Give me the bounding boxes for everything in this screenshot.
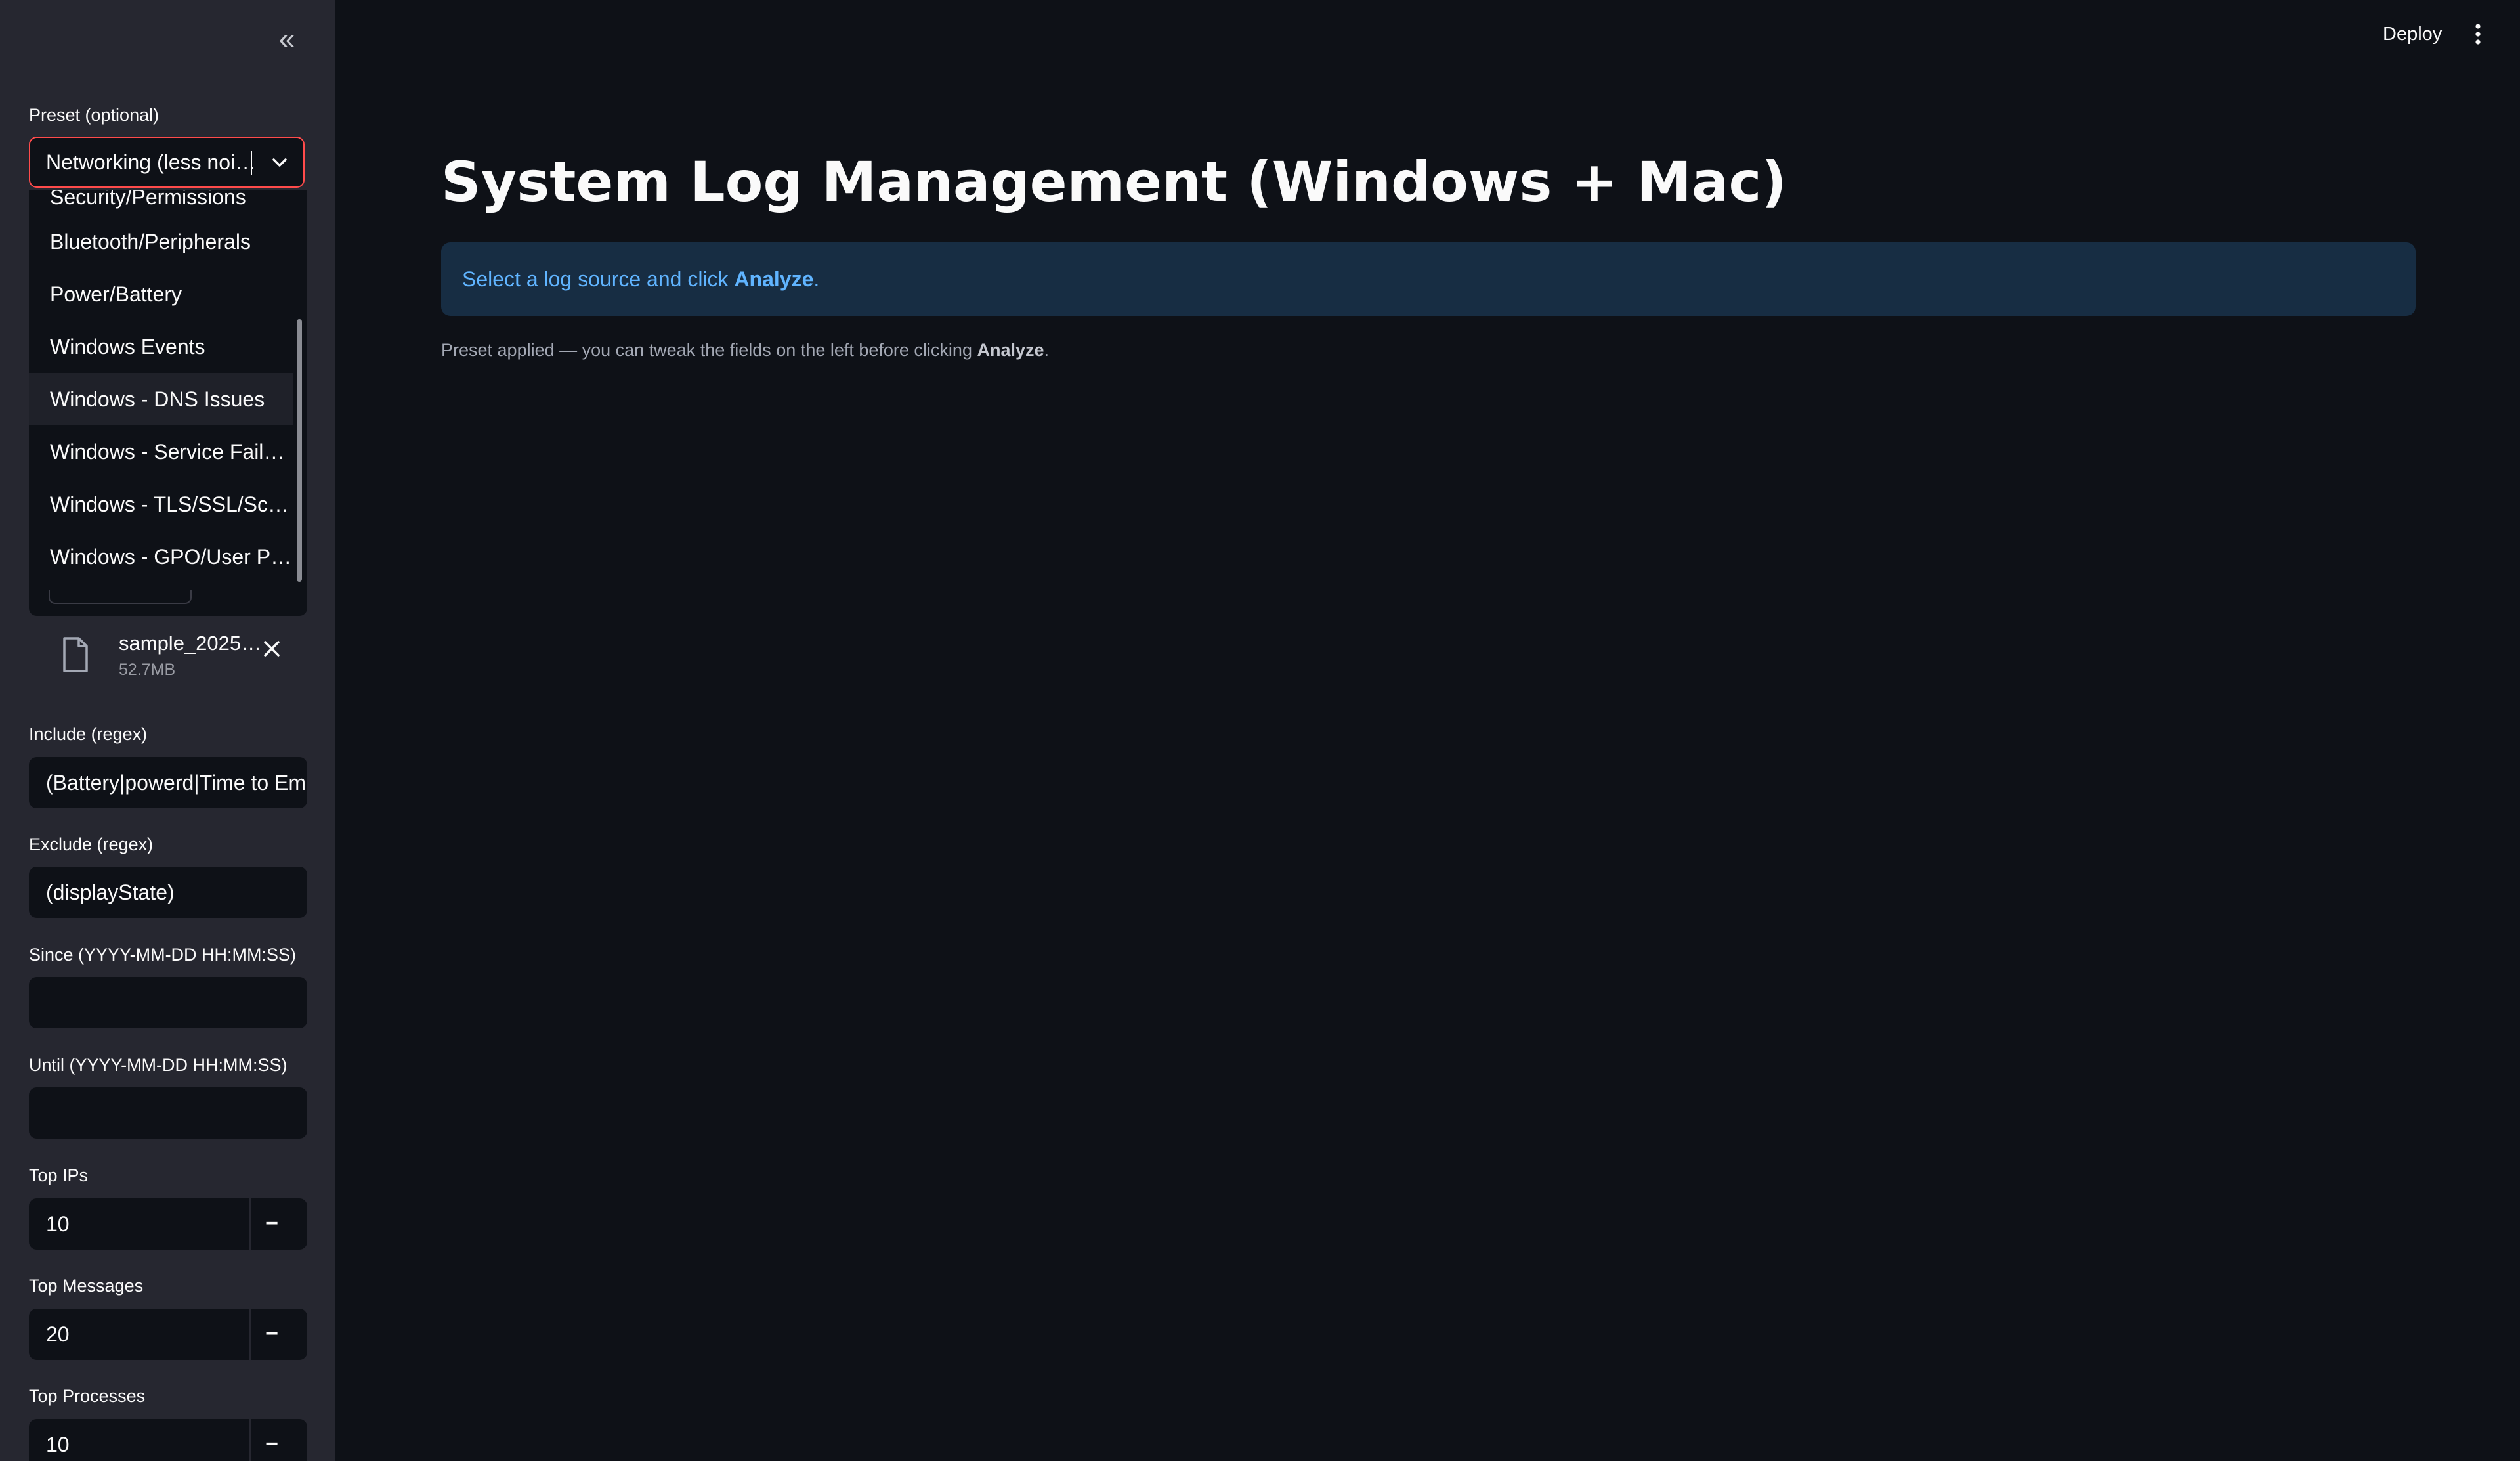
sidebar: « Preset (optional) Networking (less noi…: [0, 0, 335, 1461]
file-name: sample_2025…: [119, 632, 262, 655]
top-messages-label: Top Messages: [29, 1276, 144, 1296]
dropdown-scrollbar[interactable]: [297, 319, 302, 582]
exclude-regex-input[interactable]: (displayState): [29, 867, 307, 918]
until-label: Until (YYYY-MM-DD HH:MM:SS): [29, 1055, 288, 1075]
dropdown-option-highlighted[interactable]: Windows - DNS Issues: [29, 373, 293, 425]
top-messages-stepper[interactable]: 20 − +: [29, 1309, 307, 1360]
file-size: 52.7MB: [119, 661, 176, 679]
page-title: System Log Management (Windows + Mac): [441, 150, 1787, 214]
include-regex-input[interactable]: (Battery|powerd|Time to Emp: [29, 757, 307, 808]
preset-caption: Preset applied — you can tweak the field…: [441, 340, 1049, 360]
info-text-bold: Analyze: [734, 267, 814, 291]
dropdown-option[interactable]: Windows Events: [29, 320, 293, 373]
decrement-button[interactable]: −: [249, 1419, 293, 1461]
since-input[interactable]: [29, 977, 307, 1028]
caption-text: Preset applied — you can tweak the field…: [441, 340, 977, 360]
top-ips-stepper[interactable]: 10 − +: [29, 1198, 307, 1250]
decrement-button[interactable]: −: [249, 1198, 293, 1250]
preset-label: Preset (optional): [29, 105, 160, 125]
preset-select[interactable]: Networking (less noi…: [29, 137, 305, 188]
dropdown-option[interactable]: Power/Battery: [29, 268, 293, 320]
close-icon[interactable]: [259, 637, 285, 663]
increment-button[interactable]: +: [291, 1198, 307, 1250]
browse-files-button-edge: [49, 590, 192, 604]
top-ips-label: Top IPs: [29, 1166, 89, 1185]
increment-button[interactable]: +: [291, 1419, 307, 1461]
decrement-button[interactable]: −: [249, 1309, 293, 1360]
uploaded-file: sample_2025… 52.7MB: [55, 630, 305, 689]
dropdown-option[interactable]: Bluetooth/Peripherals: [29, 215, 293, 268]
info-alert: Select a log source and click Analyze.: [441, 242, 2416, 316]
info-text: Select a log source and click: [462, 267, 735, 291]
exclude-label: Exclude (regex): [29, 835, 154, 854]
double-chevron-left-icon: «: [278, 23, 295, 55]
since-label: Since (YYYY-MM-DD HH:MM:SS): [29, 945, 297, 965]
dropdown-option[interactable]: Windows - TLS/SSL/Sc…: [29, 478, 293, 531]
top-processes-label: Top Processes: [29, 1386, 146, 1406]
top-messages-value[interactable]: 20: [46, 1309, 70, 1360]
top-ips-value[interactable]: 10: [46, 1198, 70, 1250]
preset-select-value: Networking (less noi…: [46, 150, 256, 174]
vertical-ellipsis-icon[interactable]: [2468, 22, 2488, 51]
increment-button[interactable]: +: [291, 1309, 307, 1360]
include-label: Include (regex): [29, 724, 148, 744]
collapse-sidebar-button[interactable]: «: [271, 24, 303, 55]
top-processes-value[interactable]: 10: [46, 1419, 70, 1461]
chevron-down-icon[interactable]: [267, 138, 293, 186]
text-cursor: [251, 151, 252, 175]
info-text-end: .: [813, 267, 820, 291]
dropdown-option[interactable]: Windows - Service Fail…: [29, 425, 293, 478]
caption-text-bold: Analyze: [977, 340, 1044, 360]
top-processes-stepper[interactable]: 10 − +: [29, 1419, 307, 1461]
file-icon: [59, 636, 92, 674]
deploy-button[interactable]: Deploy: [2383, 24, 2442, 45]
caption-text-end: .: [1044, 340, 1050, 360]
dropdown-option[interactable]: Windows - GPO/User P…: [29, 531, 293, 583]
until-input[interactable]: [29, 1087, 307, 1139]
preset-dropdown-menu: Security/Permissions Bluetooth/Periphera…: [29, 190, 307, 616]
